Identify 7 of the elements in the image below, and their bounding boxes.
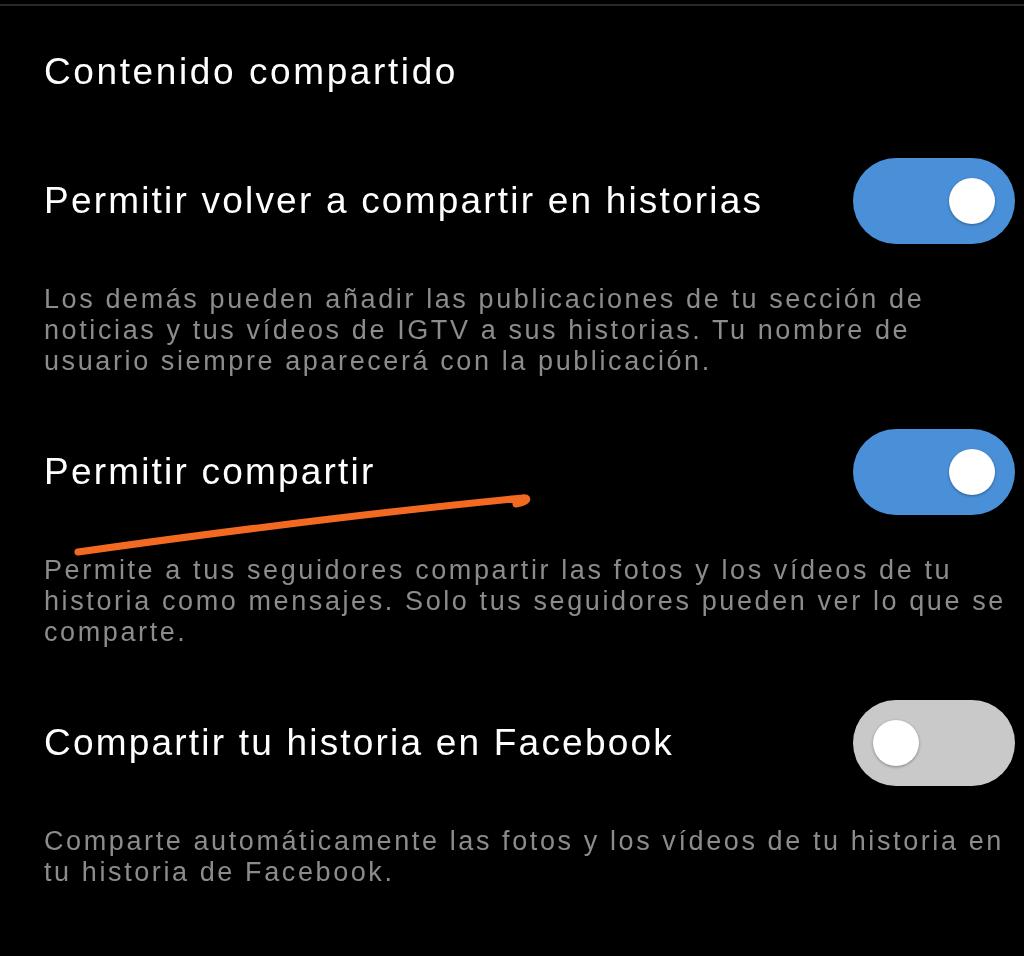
setting-description: Los demás pueden añadir las publicaciones de tu sección de noticias y tus vídeos de IGTV a sus historias. Tu nombre de usuario siempre aparecerá con la publicación. [44, 284, 926, 377]
setting-title: Permitir volver a compartir en historias [44, 179, 764, 223]
setting-description: Comparte automáticamente las fotos y los vídeos de tu historia en tu historia de Facebook. [44, 826, 1005, 888]
setting-description: Permite a tus seguidores compartir las fotos y los vídeos de tu historia como mensajes. Solo tus seguidores pueden ver lo que se comparte. [44, 555, 1007, 648]
setting-title: Permitir compartir [44, 450, 376, 494]
section-title: Contenido compartido [44, 52, 459, 92]
setting-title: Compartir tu historia en Facebook [44, 721, 674, 765]
